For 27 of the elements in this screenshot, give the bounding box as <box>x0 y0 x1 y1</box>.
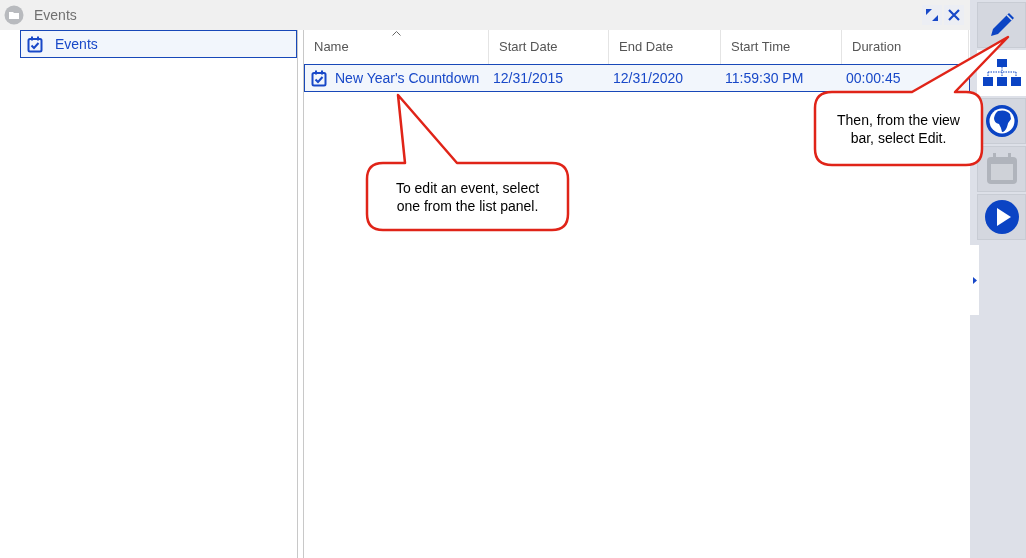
table-row[interactable]: New Year's Countdown 12/31/2015 12/31/2020 11:59:30 PM 00:00:45 <box>304 64 970 92</box>
tree-item[interactable]: Events <box>20 30 298 58</box>
calendar-check-icon <box>311 69 327 87</box>
callout-text: Then, from the view bar, select Edit. <box>836 111 961 147</box>
view-bar-button[interactable] <box>977 2 1026 48</box>
globe-icon <box>983 103 1020 139</box>
view-bar-button[interactable] <box>977 194 1026 240</box>
table-cell-text: 12/31/2020 <box>613 68 684 88</box>
restore-button[interactable] <box>922 5 942 25</box>
restore-icon <box>926 9 938 21</box>
view-bar-button[interactable] <box>977 50 1026 96</box>
play-icon <box>983 199 1020 235</box>
folder-icon <box>4 5 24 25</box>
sort-ascending-icon <box>392 31 401 36</box>
callout-text: To edit an event, select one from the list panel. <box>394 179 541 215</box>
table-cell-text: 00:00:45 <box>846 68 901 88</box>
table-cell-text: New Year's Countdown <box>335 68 480 88</box>
collapse-tab[interactable] <box>970 245 979 315</box>
expand-arrow-icon <box>972 276 977 284</box>
table-cell-text: 11:59:30 PM <box>725 68 804 88</box>
table-cell-text: 12/31/2015 <box>493 68 564 88</box>
close-button[interactable] <box>944 5 964 25</box>
close-icon <box>948 9 960 21</box>
hierarchy-icon <box>982 58 1021 88</box>
window-title: Events <box>34 5 77 25</box>
calendar-check-icon <box>27 35 43 53</box>
calendar-icon <box>984 152 1019 186</box>
